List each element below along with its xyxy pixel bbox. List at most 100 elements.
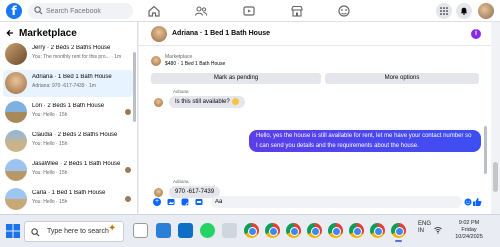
chat-pane: Adriana · 1 Bed 1 Bath House i Marketpla…	[139, 22, 491, 214]
conversation-item-jasawlee[interactable]: JasaWlee · 2 Beds 1 Bath House You: Hell…	[3, 157, 133, 184]
windows-start-icon[interactable]	[6, 224, 20, 238]
search-input[interactable]	[46, 3, 130, 19]
chat-title[interactable]: Adriana · 1 Bed 1 Bath House	[172, 30, 270, 37]
language-indicator[interactable]: ENG IN	[418, 221, 431, 235]
chrome-icon[interactable]	[265, 223, 280, 238]
notifications-bell-icon	[460, 7, 468, 15]
conversation-preview: You: The monthly rent for this pro... · …	[32, 54, 122, 60]
marketplace-icon[interactable]	[290, 4, 304, 18]
emoji-icon[interactable]	[464, 198, 472, 206]
conversation-item-jerry[interactable]: Jerry · 2 Beds 2 Baths House You: The mo…	[3, 41, 133, 68]
profile-avatar[interactable]	[478, 3, 494, 19]
gaming-icon[interactable]	[337, 4, 351, 18]
search-icon	[31, 228, 40, 237]
listing-thumbnail	[5, 130, 27, 152]
outgoing-message: Hello, yes the house is still available …	[249, 130, 481, 152]
windows-taskbar: Type here to search ✦ ENG IN 9:02 PM Frid…	[0, 214, 500, 247]
conversation-item-lori[interactable]: Lori · 2 Beds 1 Bath House You: Hello · …	[3, 99, 133, 126]
conversation-preview: Adriana: 970 -617-7439 · 1m	[32, 83, 96, 89]
pinned-app-icon[interactable]	[222, 223, 237, 238]
chat-header: Adriana · 1 Bed 1 Bath House i	[139, 22, 491, 46]
taskbar-clock[interactable]: 9:02 PM Friday 10/24/2025	[448, 220, 490, 241]
chrome-icon[interactable]	[307, 223, 322, 238]
conversation-name: Claudia · 2 Beds 2 Baths House	[32, 132, 118, 138]
conversation-item-claudia[interactable]: Claudia · 2 Beds 2 Baths House You: Hell…	[3, 128, 133, 155]
outlook-icon[interactable]	[156, 223, 171, 238]
info-icon[interactable]: i	[471, 29, 481, 39]
clock-time: 9:02 PM	[458, 220, 480, 226]
seen-avatar	[125, 196, 131, 202]
wifi-icon[interactable]	[434, 226, 442, 234]
page-scrollbar-track	[491, 22, 500, 214]
conversation-name: Jerry · 2 Beds 2 Baths House	[32, 45, 111, 51]
conversation-preview: You: Hello · 15h	[32, 199, 68, 205]
like-thumbs-up-icon[interactable]	[472, 197, 482, 207]
conversation-item-adriana[interactable]: Adriana · 1 Bed 1 Bath House Adriana: 97…	[3, 70, 133, 97]
conversation-preview: You: Hello · 15h	[32, 112, 68, 118]
sender-avatar	[154, 98, 163, 107]
conversation-preview: You: Hello · 15h	[32, 170, 68, 176]
sender-name: Adriana	[173, 89, 189, 94]
mark-as-pending-button[interactable]: Mark as pending	[151, 73, 321, 84]
seen-avatar	[125, 109, 131, 115]
language-code: ENG	[418, 221, 432, 227]
sidebar-title: Marketplace	[19, 27, 77, 39]
listing-thumbnail	[5, 72, 27, 94]
message-input[interactable]	[211, 196, 462, 208]
menu-grid-icon	[440, 7, 448, 15]
copilot-sparkle-icon[interactable]: ✦	[108, 223, 116, 234]
whatsapp-icon[interactable]	[200, 223, 215, 238]
listing-price: $480 · 1 Bed 1 Bath House	[165, 61, 226, 67]
clock-day: Friday	[461, 227, 477, 233]
incoming-message: Is this still available?	[169, 96, 245, 108]
sender-name: Adriana	[173, 179, 189, 184]
screen: f Marketplace	[0, 0, 500, 247]
menu-grid-button[interactable]	[436, 3, 452, 19]
gif-icon[interactable]	[195, 198, 203, 206]
chat-scrollbar[interactable]	[484, 126, 487, 174]
video-icon[interactable]	[242, 4, 256, 18]
search-bar[interactable]	[28, 3, 133, 19]
conversation-name: Adriana · 1 Bed 1 Bath House	[32, 74, 112, 80]
chat-listing-thumbnail[interactable]	[151, 26, 167, 42]
marketplace-sidebar: Marketplace Jerry · 2 Beds 2 Baths House…	[0, 22, 138, 214]
conversation-item-carla[interactable]: Carla · 1 Bed 1 Bath House You: Hello · …	[3, 186, 133, 213]
home-icon[interactable]	[147, 4, 161, 18]
message-list: Adriana Is this still available? Hello, …	[139, 87, 491, 197]
sticker-icon[interactable]	[181, 198, 189, 206]
listing-thumbnail	[5, 101, 27, 123]
listing-thumbnail	[5, 188, 27, 210]
facebook-top-bar: f	[0, 0, 500, 22]
more-options-button[interactable]: More options	[325, 73, 479, 84]
page-scrollbar-thumb[interactable]	[493, 162, 498, 192]
sidebar-scrollbar[interactable]	[133, 52, 136, 122]
conversation-name: JasaWlee · 2 Beds 1 Bath House	[32, 161, 121, 167]
seen-avatar	[125, 167, 131, 173]
friends-icon[interactable]	[194, 4, 208, 18]
chrome-icon[interactable]	[370, 223, 385, 238]
listing-thumbnail	[151, 56, 161, 66]
message-text: Is this still available?	[175, 99, 230, 105]
task-view-icon[interactable]	[133, 223, 148, 238]
store-icon[interactable]	[178, 223, 193, 238]
emoji-face-icon	[231, 97, 239, 105]
search-icon	[34, 6, 43, 15]
image-icon[interactable]	[167, 198, 175, 206]
listing-thumbnail	[5, 43, 27, 65]
chrome-icon[interactable]	[244, 223, 259, 238]
chrome-icon[interactable]	[286, 223, 301, 238]
plus-icon[interactable]: +	[153, 198, 161, 206]
conversation-name: Lori · 2 Beds 1 Bath House	[32, 103, 105, 109]
taskbar-search-text: Type here to search	[47, 228, 109, 235]
clock-date: 10/24/2025	[455, 234, 483, 240]
back-arrow-icon[interactable]	[6, 29, 14, 37]
message-composer: +	[139, 196, 491, 210]
conversation-name: Carla · 1 Bed 1 Bath House	[32, 190, 106, 196]
chrome-icon[interactable]	[328, 223, 343, 238]
notifications-button[interactable]	[456, 3, 472, 19]
listing-label: Marketplace	[165, 54, 193, 60]
chrome-icon[interactable]	[349, 223, 364, 238]
chrome-icon[interactable]	[391, 223, 406, 242]
facebook-logo[interactable]: f	[6, 3, 22, 19]
listing-thumbnail	[5, 159, 27, 181]
